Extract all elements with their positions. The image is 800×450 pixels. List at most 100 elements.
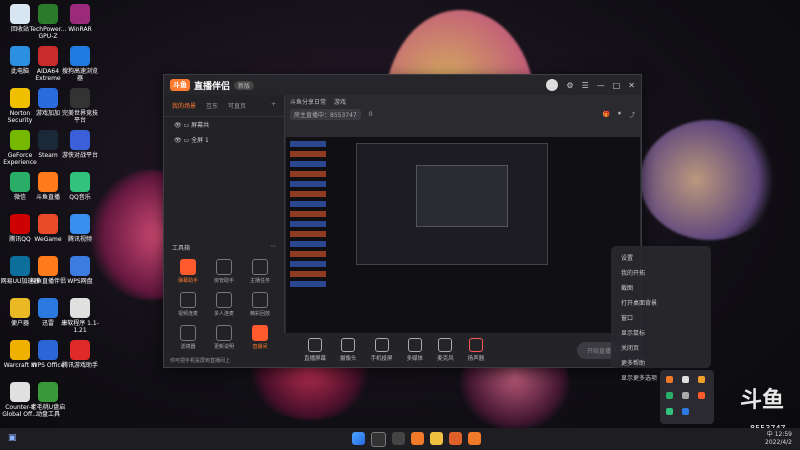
scene-item[interactable]: 👁 ▭ 全屏 1 [164,132,284,147]
phone-icon [374,338,389,352]
notification-icon[interactable]: ▣ [8,433,17,443]
gift-icon[interactable]: 🎁 [602,111,609,118]
minimize-icon[interactable]: — [597,81,605,90]
tool-button[interactable]: 滤镜器 [170,325,206,350]
tab-visible[interactable]: 可直页 [228,101,246,110]
context-menu-item[interactable]: 显示鼠标 [611,325,711,340]
tab-daily[interactable]: 斗鱼分享日常 [290,97,326,106]
app-icon [10,130,30,150]
app-taskbar-icon[interactable] [468,432,481,445]
douyu-taskbar-icon[interactable] [411,432,424,445]
toolbox-grid: 弹幕助手 房管助手 主播任务视频连麦 多人连麦 精彩回放滤镜器 更新说明 直播间 [170,259,278,350]
tray-app-icon[interactable] [682,392,689,399]
tray-app-icon[interactable] [682,376,689,383]
app-icon [38,172,58,192]
taskview-icon[interactable] [392,432,405,445]
search-icon[interactable] [371,432,386,447]
context-menu-item[interactable]: 关闭页 [611,340,711,355]
tab-game[interactable]: 游戏 [334,97,346,106]
live-companion-window: 斗鱼 直播伴侣 新版 ⚙ ☰ — □ ✕ 我的场景 互东 可直页 + 👁 ▭ 屏… [163,74,642,368]
room-status: 房主直播中：8553747 [290,108,361,120]
bottom-controls: 直播屏幕 摄像头 手机投屏 多媒体 麦克风 扬声器 开始直播 [284,333,641,367]
tool-button[interactable]: 视频连麦 [170,292,206,317]
close-icon[interactable]: ✕ [628,81,635,90]
screen-capture-button[interactable]: 直播屏幕 [304,338,326,362]
desktop-icon-label: 老毛桃U盘启动盘工具 [30,404,66,418]
desktop-icon[interactable]: 完美世界竞技平台 [60,88,100,124]
app-icon [70,130,90,150]
share-icon[interactable]: ⤴ [629,110,635,119]
tool-button[interactable]: 多人连麦 [206,292,242,317]
desktop-icon[interactable]: 游侠对战平台 [60,130,100,159]
menu-icon[interactable]: ☰ [582,81,589,90]
wallpaper-petal [640,120,780,240]
scene-item[interactable]: 👁 ▭ 屏幕共 [164,117,284,132]
mic-button[interactable]: 麦克风 [437,338,454,362]
app-icon [70,88,90,108]
desktop-icon[interactable]: 腾讯视频 [60,214,100,243]
desktop-icon[interactable]: 康软程序 1.1-1.21 [60,298,100,334]
tab-interact[interactable]: 互东 [206,101,218,110]
stream-preview[interactable] [286,137,640,333]
scene-item-label: 全屏 1 [191,137,209,144]
sidebar-note: 你可把手机投屏到直播间上 [170,358,231,364]
tool-icon [216,325,232,341]
tray-app-icon[interactable] [698,392,705,399]
app-icon [70,172,90,192]
ime-indicator[interactable]: 中 [767,431,773,438]
tool-button[interactable]: 主播任务 [242,259,278,284]
tool-label: 弹幕助手 [177,278,198,284]
tool-button[interactable]: 精彩回放 [242,292,278,317]
desktop-icon-label: QQ音乐 [69,194,91,201]
tray-app-icon[interactable] [682,408,689,415]
context-menu-item[interactable]: 打开桌面背景 [611,295,711,310]
tool-button[interactable]: 直播间 [242,325,278,350]
more-icon[interactable]: ⋯ [270,243,276,252]
likes-count: 0 [368,110,373,118]
main-area: 斗鱼分享日常 游戏 房主直播中：8553747 0 🎁 ⏺ ⤴ 直播屏幕 摄像头… [284,95,641,367]
scene-tabs: 斗鱼分享日常 游戏 [284,95,641,107]
record-icon[interactable]: ⏺ [618,110,621,118]
context-menu-item[interactable]: 我的开拓 [611,265,711,280]
desktop-icon[interactable]: WPS网盘 [60,256,100,285]
folder-icon[interactable] [430,432,443,445]
tray-app-icon[interactable] [666,376,673,383]
media-icon [407,338,422,352]
tray-overflow-popup [660,370,714,424]
context-menu-item[interactable]: 更多帮助 [611,355,711,370]
phone-cast-button[interactable]: 手机投屏 [371,338,393,362]
camera-icon [341,338,356,352]
version-badge[interactable]: 新版 [234,80,255,90]
maximize-icon[interactable]: □ [613,81,621,90]
desktop-icon[interactable]: WinRAR [60,4,100,33]
tray-app-icon[interactable] [698,376,705,383]
tool-button[interactable]: 更新说明 [206,325,242,350]
context-menu-item[interactable]: 设置 [611,250,711,265]
camera-button[interactable]: 摄像头 [340,338,357,362]
media-button[interactable]: 多媒体 [407,338,423,362]
app-icon [38,298,58,318]
tool-button[interactable]: 房管助手 [206,259,242,284]
desktop-icon[interactable]: 搜狗高速浏览器 [60,46,100,82]
tray-app-icon[interactable] [666,408,673,415]
button-label: 直播屏幕 [304,356,327,362]
tool-label: 精彩回放 [249,311,270,317]
desktop-icon[interactable]: 腾讯游戏助手 [60,340,100,369]
add-scene-icon[interactable]: + [271,101,276,110]
start-icon[interactable] [352,432,365,445]
tool-icon [216,259,232,275]
avatar[interactable] [546,79,559,91]
desktop-icon[interactable]: QQ音乐 [60,172,100,201]
app-taskbar-icon[interactable] [449,432,462,445]
context-menu-item[interactable]: 窗口 [611,310,711,325]
tray-app-icon[interactable] [666,392,673,399]
context-menu: 设置 我的开拓 截图 打开桌面背景 窗口 显示鼠标 关闭页 更多帮助 显示更多选项 [611,246,711,382]
tab-my-scenes[interactable]: 我的场景 [172,101,196,110]
context-menu-item[interactable]: 截图 [611,280,711,295]
settings-icon[interactable]: ⚙ [566,81,573,90]
tool-button[interactable]: 弹幕助手 [170,259,206,284]
speaker-button[interactable]: 扬声器 [468,338,484,362]
system-tray[interactable]: 中 12:59 2022/4/2 [765,431,792,447]
clock-time: 12:59 [774,431,792,438]
desktop-icon[interactable]: 老毛桃U盘启动盘工具 [28,382,68,418]
